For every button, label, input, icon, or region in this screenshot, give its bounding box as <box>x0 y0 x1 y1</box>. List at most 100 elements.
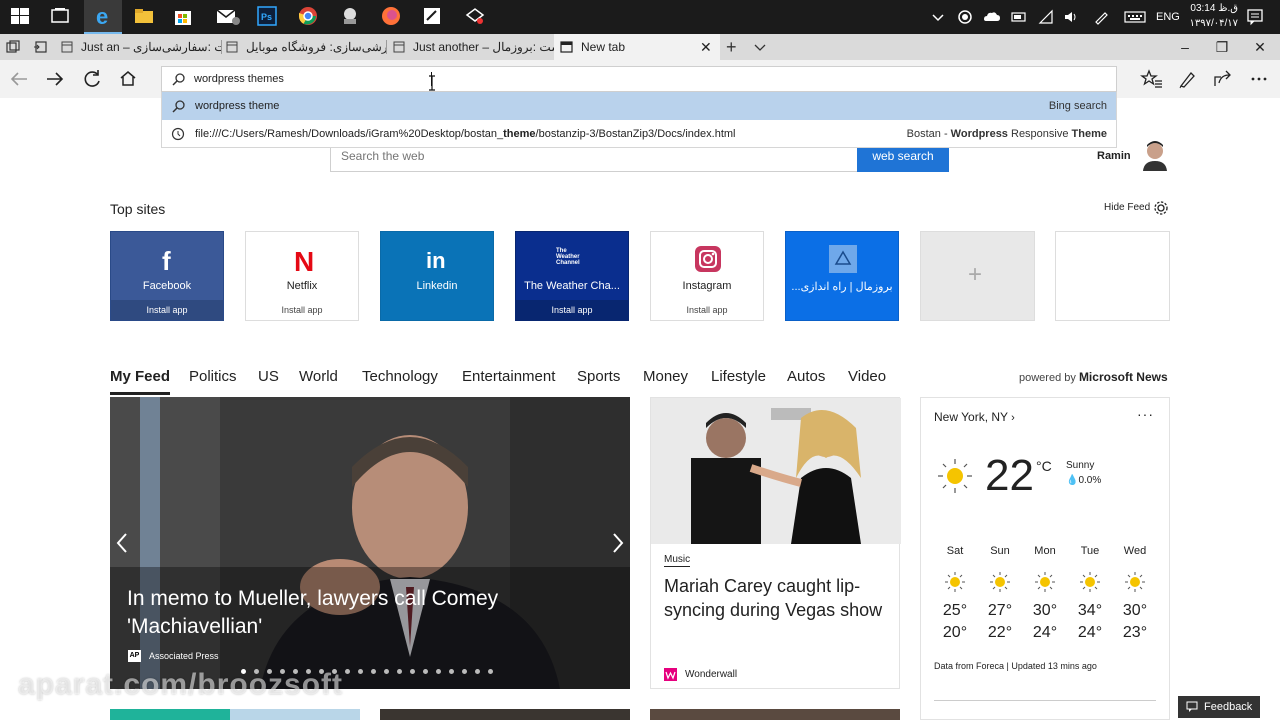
top-site-weather-channel[interactable]: The Weather Channel The Weather Cha... I… <box>515 231 629 321</box>
tab-preview-icon[interactable] <box>6 40 20 54</box>
top-site-netflix[interactable]: N Netflix Install app <box>245 231 359 321</box>
store-icon[interactable] <box>172 5 196 29</box>
tab-video[interactable]: Video <box>848 368 886 385</box>
chrome-icon[interactable] <box>297 5 321 29</box>
record-icon[interactable] <box>957 9 973 25</box>
refresh-icon[interactable] <box>80 67 104 91</box>
install-app-link[interactable]: Install app <box>246 300 358 320</box>
tab-autos[interactable]: Autos <box>787 368 825 385</box>
avatar[interactable] <box>1142 139 1168 171</box>
battery-icon[interactable] <box>1011 9 1027 25</box>
photoshop-icon[interactable]: Ps <box>256 5 280 29</box>
weather-location[interactable]: New York, NY › <box>934 410 1015 424</box>
suggestion-row[interactable]: wordpress theme Bing search <box>162 92 1116 120</box>
tab-politics[interactable]: Politics <box>189 368 237 385</box>
volume-icon[interactable] <box>1063 9 1079 25</box>
carousel-next-icon[interactable] <box>608 530 628 556</box>
forecast-day[interactable]: Mon 30° 24° <box>1023 545 1067 642</box>
tab-3[interactable]: Just another – تست :بروزمال <box>387 34 554 60</box>
hide-feed-link[interactable]: Hide Feed <box>1104 202 1150 213</box>
profile-name[interactable]: Ramin <box>1097 150 1131 162</box>
add-site-tile[interactable]: + <box>920 231 1035 321</box>
carousel-dot[interactable] <box>475 669 480 674</box>
clock-date[interactable]: ۱۳۹۷/۰۴/۱۷ <box>1182 18 1238 29</box>
language-indicator[interactable]: ENG <box>1156 11 1180 23</box>
history-suggestion-row[interactable]: file:///C:/Users/Ramesh/Downloads/iGram%… <box>162 120 1116 148</box>
more-options-icon[interactable] <box>1247 67 1271 91</box>
forward-arrow-icon[interactable] <box>43 67 67 91</box>
back-arrow-icon[interactable] <box>7 67 31 91</box>
more-options-icon[interactable]: ··· <box>1137 406 1154 422</box>
minimize-icon[interactable]: – <box>1166 34 1204 60</box>
carousel-dot[interactable] <box>410 669 415 674</box>
forecast-day[interactable]: Wed 30° 23° <box>1113 545 1157 642</box>
install-app-link[interactable]: Install app <box>111 300 223 320</box>
carousel-dot[interactable] <box>488 669 493 674</box>
carousel-dot[interactable] <box>371 669 376 674</box>
home-icon[interactable] <box>116 67 140 91</box>
wifi-icon[interactable] <box>1038 9 1054 25</box>
install-app-link[interactable]: Install app <box>651 300 763 320</box>
address-input[interactable] <box>194 70 1074 88</box>
firefox-icon[interactable] <box>380 5 404 29</box>
set-aside-tabs-icon[interactable] <box>33 40 47 54</box>
tab-sports[interactable]: Sports <box>577 368 620 385</box>
forecast-day[interactable]: Sun 27° 22° <box>978 545 1022 642</box>
pen-icon[interactable] <box>1093 9 1109 25</box>
feedback-button[interactable]: Feedback <box>1178 696 1260 718</box>
partial-story-tile[interactable] <box>380 709 630 720</box>
partial-story-tile[interactable] <box>650 709 900 720</box>
task-view-icon[interactable] <box>49 5 73 29</box>
snipping-tool-icon[interactable] <box>463 5 487 29</box>
onedrive-icon[interactable] <box>983 9 1001 25</box>
top-site-broozmall[interactable]: ...بروزمال | راه اندازی <box>785 231 899 321</box>
restore-icon[interactable]: ❐ <box>1203 34 1241 60</box>
app-tool-icon[interactable] <box>339 5 363 29</box>
web-search-input[interactable] <box>341 149 841 163</box>
tab-technology[interactable]: Technology <box>362 368 438 385</box>
close-tab-icon[interactable]: ✕ <box>700 34 712 60</box>
carousel-dot[interactable] <box>397 669 402 674</box>
carousel-prev-icon[interactable] <box>112 530 132 556</box>
web-note-pen-icon[interactable] <box>1176 67 1200 91</box>
partial-story-tile[interactable] <box>110 709 360 720</box>
card-headline[interactable]: Mariah Carey caught lip-syncing during V… <box>664 574 889 622</box>
new-tab-plus-icon[interactable]: + <box>726 38 742 56</box>
forecast-day[interactable]: Tue 34° 24° <box>1068 545 1112 642</box>
notepad-icon[interactable] <box>421 5 445 29</box>
gear-icon[interactable] <box>1152 199 1170 217</box>
carousel-dot[interactable] <box>384 669 389 674</box>
clock-time[interactable]: 03:14 ق.ظ <box>1182 3 1238 14</box>
carousel-dot[interactable] <box>345 669 350 674</box>
tab-entertainment[interactable]: Entertainment <box>462 368 555 385</box>
top-site-instagram[interactable]: Instagram Install app <box>650 231 764 321</box>
temperature-unit[interactable]: °C <box>1036 458 1052 474</box>
carousel-dot[interactable] <box>449 669 454 674</box>
tab-my-feed[interactable]: My Feed <box>110 368 171 395</box>
windows-start-icon[interactable] <box>9 5 33 29</box>
hero-story-card[interactable]: In memo to Mueller, lawyers call Comey '… <box>110 397 630 689</box>
tab-us[interactable]: US <box>258 368 279 385</box>
tab-world[interactable]: World <box>299 368 338 385</box>
carousel-dot[interactable] <box>358 669 363 674</box>
empty-site-tile[interactable] <box>1055 231 1170 321</box>
carousel-dot[interactable] <box>462 669 467 674</box>
carousel-dot[interactable] <box>423 669 428 674</box>
tab-2[interactable]: سفارشی‌سازی: فروشگاه موبایل <box>222 34 387 60</box>
chevron-up-icon[interactable] <box>930 9 946 25</box>
window-close-icon[interactable]: ✕ <box>1241 34 1279 60</box>
tab-lifestyle[interactable]: Lifestyle <box>711 368 766 385</box>
tab-1[interactable]: Just an – تست :سفارشی‌سازی <box>57 34 222 60</box>
address-bar[interactable] <box>161 66 1117 92</box>
top-site-linkedin[interactable]: in Linkedin <box>380 231 494 321</box>
news-card[interactable]: Music Mariah Carey caught lip-syncing du… <box>650 397 901 689</box>
hero-headline[interactable]: In memo to Mueller, lawyers call Comey '… <box>127 585 597 641</box>
tab-money[interactable]: Money <box>643 368 688 385</box>
tab-list-chevron-icon[interactable] <box>753 40 767 54</box>
mail-icon[interactable] <box>215 5 240 29</box>
install-app-link[interactable]: Install app <box>516 300 628 320</box>
forecast-day[interactable]: Sat 25° 20° <box>933 545 977 642</box>
keyboard-icon[interactable] <box>1124 9 1146 25</box>
share-icon[interactable] <box>1211 67 1235 91</box>
file-explorer-icon[interactable] <box>133 5 157 29</box>
